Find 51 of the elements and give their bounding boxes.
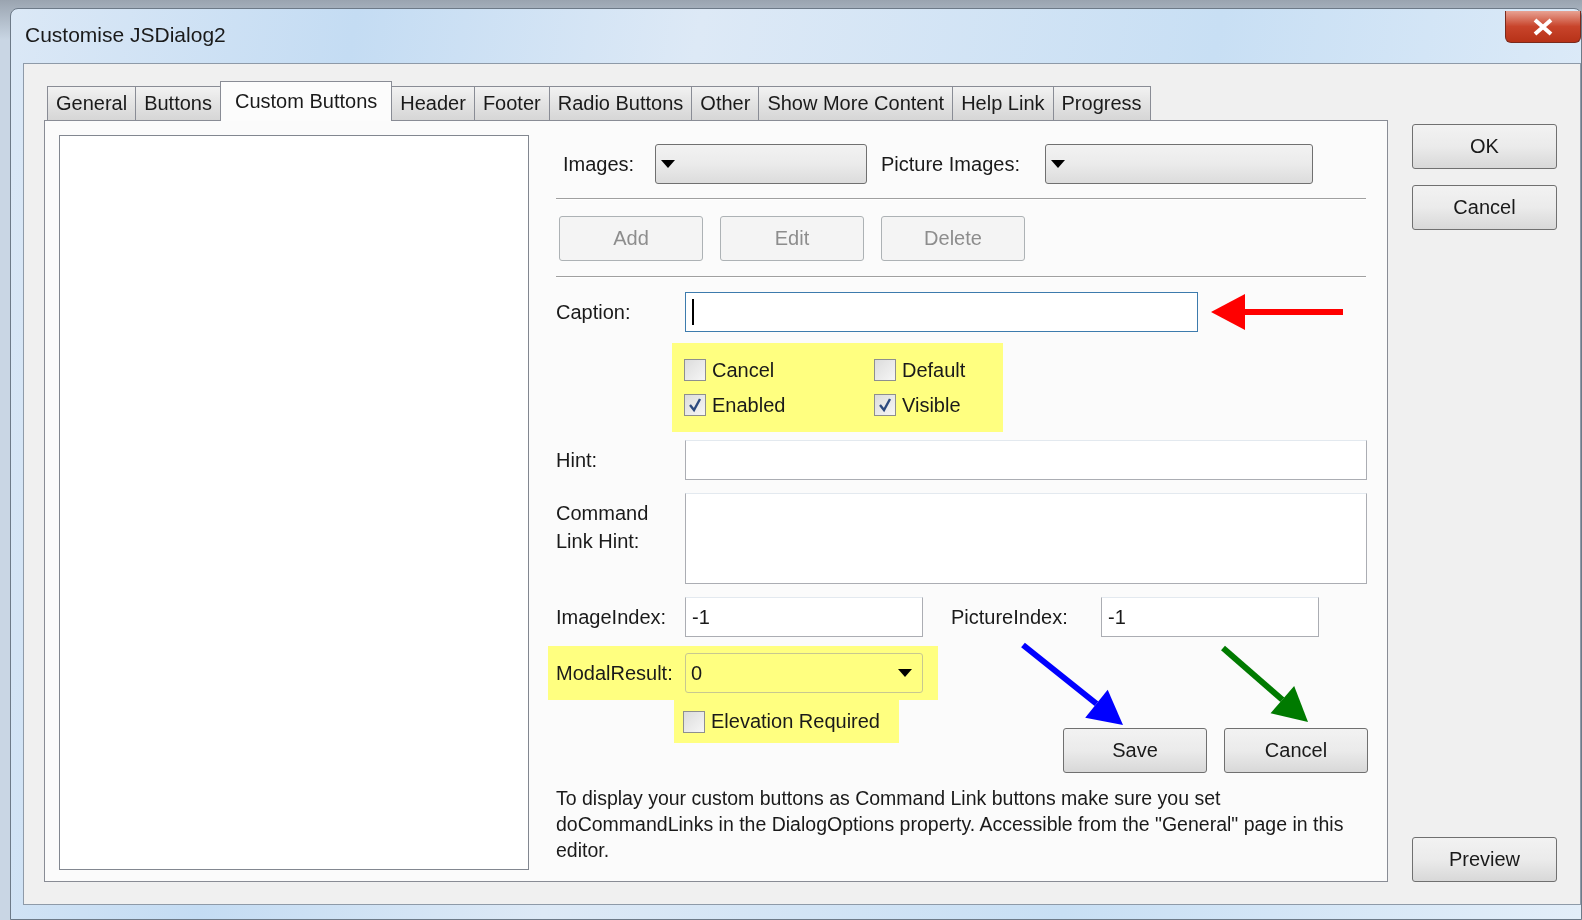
checkbox[interactable] (874, 394, 896, 416)
field-label: ModalResult: (556, 661, 674, 685)
action-button[interactable]: Cancel (1224, 728, 1368, 773)
dialog-button[interactable]: OK (1412, 124, 1557, 169)
command-link-hint-field[interactable] (685, 493, 1367, 584)
close-icon (1532, 17, 1554, 36)
caret-icon (661, 160, 675, 168)
field-label: Hint: (556, 448, 599, 472)
dialog-button[interactable]: Cancel (1412, 185, 1557, 230)
picture-index-field[interactable]: -1 (1101, 597, 1319, 637)
field-label: ImageIndex: (556, 605, 668, 629)
caret-icon (898, 669, 912, 677)
tab[interactable]: Header (391, 86, 475, 120)
help-text: To display your custom buttons as Command Link buttons make sure you set doCommandLinks in the DialogOptions property. Accessible from the "General" page in this editor. (556, 786, 1345, 863)
checkbox-label: Elevation Required (711, 710, 880, 733)
images-dropdown[interactable] (655, 144, 867, 184)
checkbox-label: Enabled (712, 393, 786, 417)
tab[interactable]: Footer (473, 86, 550, 120)
tab[interactable]: Progress (1052, 86, 1151, 120)
checkbox[interactable] (684, 394, 706, 416)
tab[interactable]: Custom Buttons (220, 81, 393, 121)
dropdown-value: 0 (691, 661, 703, 685)
checkbox[interactable] (684, 359, 706, 381)
preview-button[interactable]: Preview (1412, 837, 1557, 882)
caption-field[interactable] (685, 292, 1198, 332)
window-title: Customise JSDialog2 (24, 22, 226, 47)
tab[interactable]: Buttons (135, 86, 221, 120)
modal-result-dropdown[interactable]: 0 (685, 653, 923, 693)
tab[interactable]: Show More Content (758, 86, 954, 120)
checkbox[interactable] (683, 710, 705, 733)
checkbox-label: Visible (902, 393, 961, 417)
check-icon (687, 397, 703, 413)
check-icon (877, 397, 893, 413)
field-label: Images: (563, 152, 636, 176)
checkbox[interactable] (874, 359, 896, 381)
picture-images-dropdown[interactable] (1045, 144, 1313, 184)
caret-icon (1051, 160, 1065, 168)
field-label: Command Link Hint: (556, 501, 650, 554)
checkbox-label: Default (902, 358, 966, 382)
checkbox-label: Cancel (712, 358, 775, 382)
field-label: Caption: (556, 300, 632, 324)
tab[interactable]: Other (691, 86, 760, 120)
tab[interactable]: General (47, 86, 137, 120)
image-index-field[interactable]: -1 (685, 597, 923, 637)
tab[interactable]: Help Link (952, 86, 1054, 120)
tab[interactable]: Radio Buttons (548, 86, 693, 120)
hint-field[interactable] (685, 440, 1367, 480)
close-button[interactable] (1505, 11, 1581, 43)
field-label: PictureIndex: (951, 605, 1069, 629)
field-label: Picture Images: (881, 152, 1021, 176)
action-button[interactable]: Save (1063, 728, 1207, 773)
